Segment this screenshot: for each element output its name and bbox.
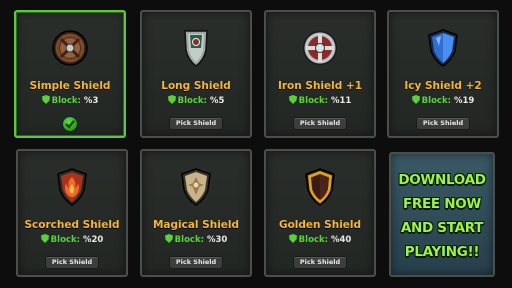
shield-name: Icy Shield +2 [404, 80, 482, 92]
shield-name: Long Shield [161, 80, 231, 92]
block-shield-icon [288, 234, 297, 243]
block-shield-icon [288, 95, 297, 104]
shield-card-golden[interactable]: Golden Shield Block: %40 Pick Shield [264, 149, 376, 277]
promo-line-1: DOWNLOAD [398, 172, 486, 188]
shield-name: Iron Shield +1 [277, 80, 363, 92]
block-value: %11 [330, 96, 352, 106]
shield-card-simple[interactable]: Simple Shield Block: %3 [14, 10, 126, 138]
long-shield-icon [174, 26, 218, 70]
block-stat: Block: %30 [142, 234, 250, 245]
block-value: %40 [330, 235, 352, 245]
icy-shield-icon [421, 26, 465, 70]
block-stat: Block: %20 [18, 234, 126, 245]
pick-shield-button[interactable]: Pick Shield [293, 117, 347, 130]
promo-line-2: FREE NOW [402, 196, 482, 212]
block-shield-icon [164, 234, 173, 243]
scorched-shield-icon [50, 165, 94, 209]
block-label: Block: [50, 235, 80, 245]
pick-shield-button[interactable]: Pick Shield [293, 256, 347, 269]
shield-name: Magical Shield [152, 219, 240, 231]
block-stat: Block: %3 [16, 95, 124, 106]
round-wooden-shield-icon [48, 26, 92, 70]
shield-card-magical[interactable]: Magical Shield Block: %30 Pick Shield [140, 149, 252, 277]
shield-name: Simple Shield [29, 80, 111, 92]
block-shield-icon [411, 95, 420, 104]
block-value: %5 [209, 96, 225, 106]
check-icon [65, 120, 75, 129]
shop-screen: Simple Shield Block: %3 Long Shield Bloc… [0, 0, 512, 288]
shield-name: Scorched Shield [24, 219, 120, 231]
block-label: Block: [421, 96, 451, 106]
download-promo-banner[interactable]: DOWNLOAD FREE NOW AND START PLAYING!! [389, 152, 495, 277]
pick-shield-button[interactable]: Pick Shield [45, 256, 99, 269]
block-label: Block: [298, 96, 328, 106]
block-shield-icon [40, 234, 49, 243]
block-shield-icon [167, 95, 176, 104]
pick-shield-button[interactable]: Pick Shield [416, 117, 470, 130]
selected-check-button[interactable] [62, 116, 78, 132]
block-stat: Block: %19 [389, 95, 497, 106]
promo-line-3: AND START [400, 220, 484, 236]
shield-card-scorched[interactable]: Scorched Shield Block: %20 Pick Shield [16, 149, 128, 277]
block-label: Block: [177, 96, 207, 106]
shield-name: Golden Shield [278, 219, 362, 231]
block-value: %19 [453, 96, 475, 106]
block-stat: Block: %5 [142, 95, 250, 106]
promo-line-4: PLAYING!! [404, 244, 480, 260]
block-label: Block: [298, 235, 328, 245]
block-stat: Block: %11 [266, 95, 374, 106]
shield-card-icy[interactable]: Icy Shield +2 Block: %19 Pick Shield [387, 10, 499, 138]
round-iron-shield-icon [298, 26, 342, 70]
shield-card-iron[interactable]: Iron Shield +1 Block: %11 Pick Shield [264, 10, 376, 138]
pick-shield-button[interactable]: Pick Shield [169, 256, 223, 269]
block-label: Block: [51, 96, 81, 106]
golden-shield-icon [298, 165, 342, 209]
block-value: %30 [206, 235, 228, 245]
block-label: Block: [174, 235, 204, 245]
shield-card-long[interactable]: Long Shield Block: %5 Pick Shield [140, 10, 252, 138]
block-stat: Block: %40 [266, 234, 374, 245]
pick-shield-button[interactable]: Pick Shield [169, 117, 223, 130]
block-value: %3 [83, 96, 99, 106]
block-value: %20 [82, 235, 104, 245]
magical-shield-icon [174, 165, 218, 209]
block-shield-icon [41, 95, 50, 104]
